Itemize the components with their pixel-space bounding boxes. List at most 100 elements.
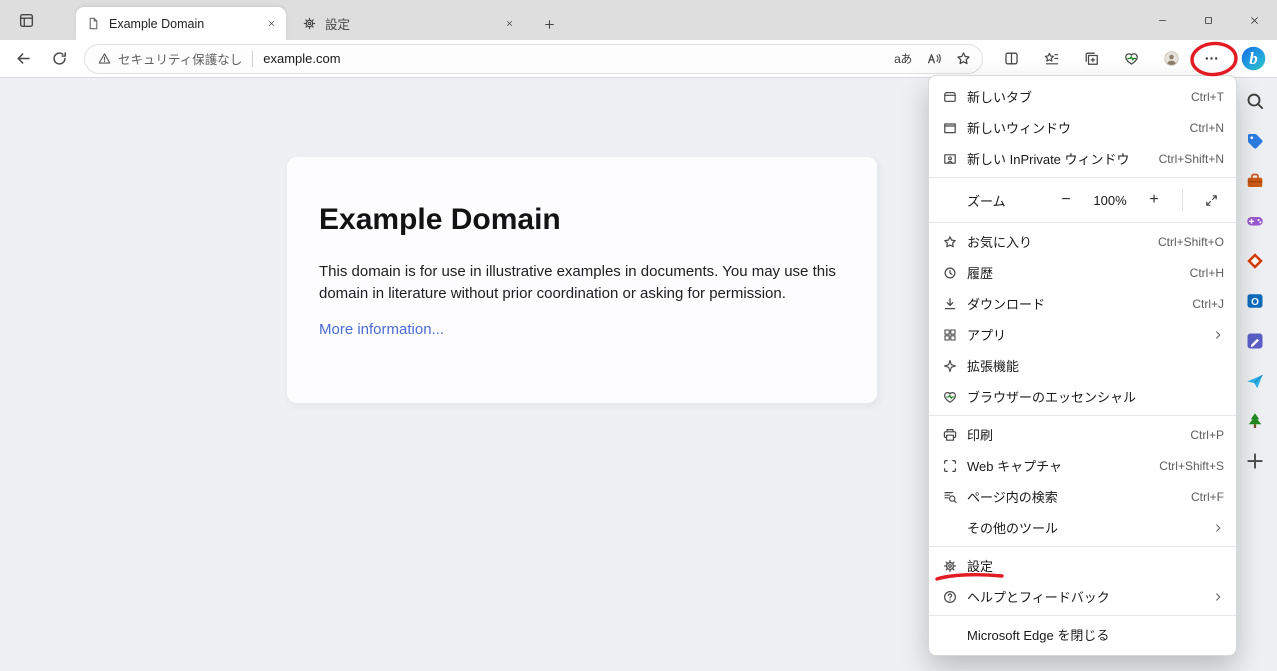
close-window-button[interactable] xyxy=(1231,0,1277,40)
settings-gear-icon xyxy=(941,558,958,574)
add-favorite-button[interactable] xyxy=(948,44,978,74)
menu-item-favorites[interactable]: お気に入り Ctrl+Shift+O xyxy=(929,226,1236,257)
menu-item-label: 新しいタブ xyxy=(967,90,1033,105)
sidebar-drop-button[interactable] xyxy=(1242,368,1268,394)
expand-icon xyxy=(1204,193,1219,208)
copilot-button[interactable]: b xyxy=(1235,43,1271,75)
menu-item-label: 新しいウィンドウ xyxy=(967,121,1072,136)
sidebar-grow-tree-button[interactable] xyxy=(1242,408,1268,434)
zoom-divider xyxy=(1182,189,1183,211)
menu-item-new-window[interactable]: 新しいウィンドウ Ctrl+N xyxy=(929,112,1236,143)
sidebar-designer-button[interactable] xyxy=(1242,328,1268,354)
menu-item-shortcut: Ctrl+Shift+S xyxy=(1159,458,1224,473)
menu-item-shortcut: Ctrl+T xyxy=(1191,89,1224,104)
translate-button[interactable]: aあ xyxy=(888,44,918,74)
sidebar-toolbox-button[interactable] xyxy=(1242,168,1268,194)
menu-item-new-inprivate-window[interactable]: 新しい InPrivate ウィンドウ Ctrl+Shift+N xyxy=(929,143,1236,174)
zoom-out-button[interactable]: − xyxy=(1053,187,1079,213)
sidebar-search-button[interactable] xyxy=(1242,88,1268,114)
address-inline-buttons: aあ xyxy=(888,44,978,74)
fullscreen-button[interactable] xyxy=(1198,187,1224,213)
chevron-right-icon xyxy=(1212,329,1224,341)
page-title: Example Domain xyxy=(319,203,561,236)
menu-item-label: その他のツール xyxy=(967,521,1059,536)
no-icon xyxy=(941,627,958,643)
read-aloud-icon xyxy=(925,50,942,67)
web-capture-icon xyxy=(941,458,958,474)
close-window-icon xyxy=(1249,15,1260,26)
menu-item-label: 新しい InPrivate ウィンドウ xyxy=(967,152,1130,167)
profile-button[interactable] xyxy=(1151,44,1191,74)
zoom-in-button[interactable]: + xyxy=(1141,187,1167,213)
sidebar-add-button[interactable] xyxy=(1242,448,1268,474)
menu-item-web-capture[interactable]: Web キャプチャ Ctrl+Shift+S xyxy=(929,450,1236,481)
menu-item-close-edge[interactable]: Microsoft Edge を閉じる xyxy=(929,619,1236,650)
tab-example-domain[interactable]: Example Domain xyxy=(76,7,286,40)
find-icon xyxy=(941,489,958,505)
more-menu-button[interactable] xyxy=(1191,44,1231,74)
sidebar-outlook-button[interactable]: O xyxy=(1242,288,1268,314)
page-paragraph: This domain is for use in illustrative e… xyxy=(319,263,836,302)
back-button[interactable] xyxy=(6,44,40,74)
menu-item-find-on-page[interactable]: ページ内の検索 Ctrl+F xyxy=(929,481,1236,512)
svg-text:b: b xyxy=(1249,49,1257,68)
tab-settings[interactable]: 設定 xyxy=(292,7,524,40)
sidebar-games-button[interactable] xyxy=(1242,208,1268,234)
menu-separator xyxy=(929,546,1236,547)
apps-icon xyxy=(941,327,958,343)
new-window-icon xyxy=(941,120,958,136)
browser-essentials-icon xyxy=(1123,50,1140,67)
new-tab-icon xyxy=(941,89,958,105)
favorites-hub-icon xyxy=(1043,50,1060,67)
refresh-button[interactable] xyxy=(42,44,76,74)
menu-item-label: Microsoft Edge を閉じる xyxy=(967,628,1110,643)
close-icon xyxy=(267,19,276,28)
tab-close-button[interactable] xyxy=(500,15,518,33)
sidebar-shopping-button[interactable] xyxy=(1242,128,1268,154)
menu-item-browser-essentials[interactable]: ブラウザーのエッセンシャル xyxy=(929,381,1236,412)
address-bar[interactable]: セキュリティ保護なし example.com aあ xyxy=(84,43,983,74)
no-icon xyxy=(941,192,958,208)
minimize-window-button[interactable] xyxy=(1139,0,1185,40)
tab-label: Example Domain xyxy=(109,16,205,31)
site-security-chip[interactable]: セキュリティ保護なし xyxy=(97,49,242,68)
menu-item-print[interactable]: 印刷 Ctrl+P xyxy=(929,419,1236,450)
new-tab-button[interactable] xyxy=(538,13,560,35)
menu-item-settings[interactable]: 設定 xyxy=(929,550,1236,581)
inprivate-icon xyxy=(941,151,958,167)
menu-item-label: 印刷 xyxy=(967,428,994,443)
menu-item-more-tools[interactable]: その他のツール xyxy=(929,512,1236,543)
menu-item-history[interactable]: 履歴 Ctrl+H xyxy=(929,257,1236,288)
no-icon xyxy=(941,520,958,536)
read-aloud-button[interactable] xyxy=(918,44,948,74)
zoom-label: ズーム xyxy=(967,193,1006,209)
translate-icon: aあ xyxy=(894,52,912,66)
sidebar-plus-icon xyxy=(1245,451,1265,471)
minimize-icon xyxy=(1157,15,1168,26)
browser-essentials-button[interactable] xyxy=(1111,44,1151,74)
more-information-link[interactable]: More information... xyxy=(319,321,444,338)
split-screen-button[interactable] xyxy=(991,44,1031,74)
extensions-icon xyxy=(941,358,958,374)
tab-close-button[interactable] xyxy=(262,15,280,33)
m365-icon xyxy=(1245,251,1265,271)
collections-button[interactable] xyxy=(1071,44,1111,74)
help-icon xyxy=(941,589,958,605)
download-icon xyxy=(941,296,958,312)
menu-item-shortcut: Ctrl+P xyxy=(1190,427,1224,442)
menu-item-apps[interactable]: アプリ xyxy=(929,319,1236,350)
menu-item-new-tab[interactable]: 新しいタブ Ctrl+T xyxy=(929,81,1236,112)
maximize-icon xyxy=(1203,15,1214,26)
sidebar-microsoft-365-button[interactable] xyxy=(1242,248,1268,274)
favorites-menu-icon xyxy=(941,234,958,250)
menu-item-shortcut: Ctrl+F xyxy=(1191,489,1224,504)
menu-item-downloads[interactable]: ダウンロード Ctrl+J xyxy=(929,288,1236,319)
maximize-window-button[interactable] xyxy=(1185,0,1231,40)
menu-item-help-feedback[interactable]: ヘルプとフィードバック xyxy=(929,581,1236,612)
tab-actions-button[interactable] xyxy=(12,8,40,32)
chevron-right-icon xyxy=(1212,522,1224,534)
menu-item-extensions[interactable]: 拡張機能 xyxy=(929,350,1236,381)
favorites-hub-button[interactable] xyxy=(1031,44,1071,74)
collections-icon xyxy=(1083,50,1100,67)
page-icon xyxy=(86,16,101,31)
